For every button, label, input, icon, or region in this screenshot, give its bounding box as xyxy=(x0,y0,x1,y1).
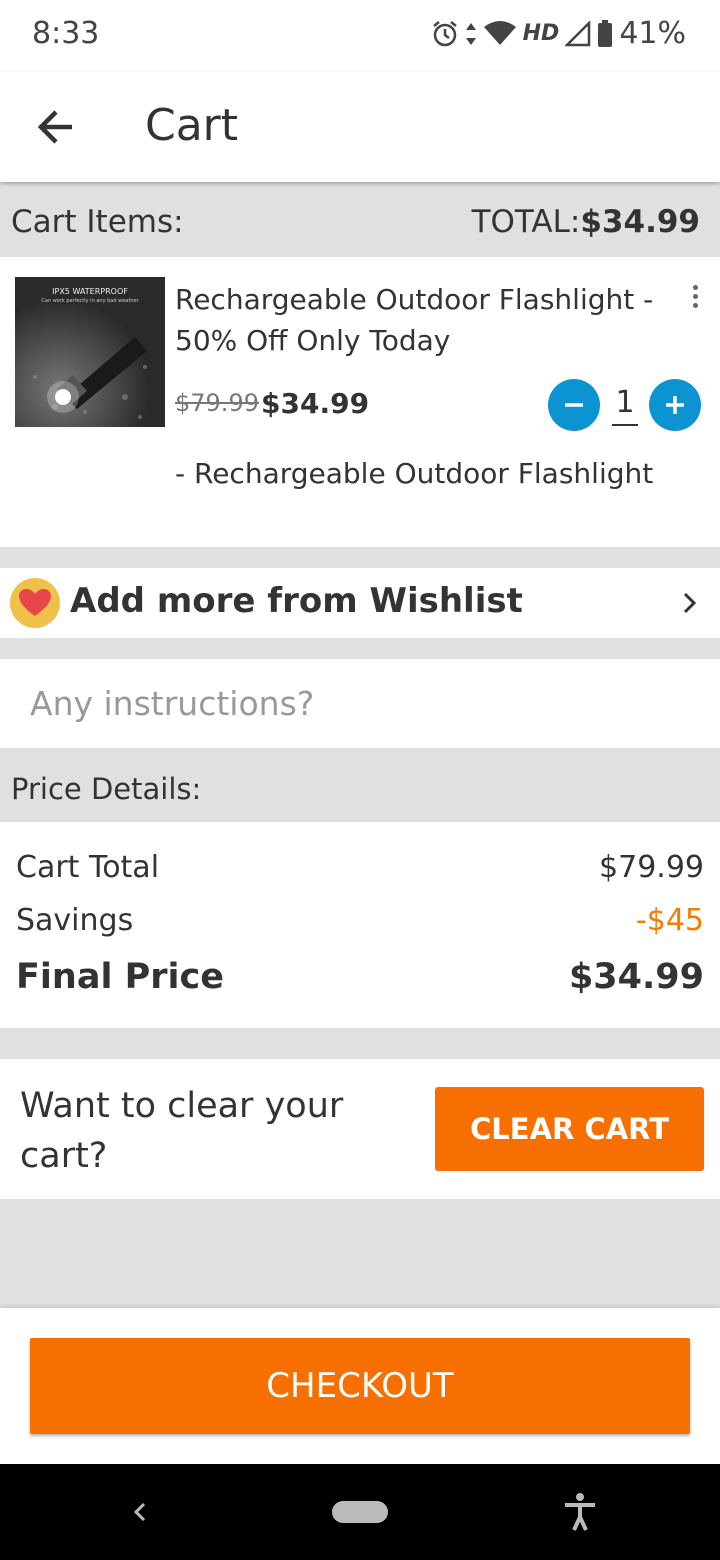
alarm-icon xyxy=(432,20,457,46)
network-type: HD xyxy=(522,21,560,46)
savings-label: Savings xyxy=(16,903,134,938)
image-subcaption: Can work perfectly in any bad weather xyxy=(41,298,139,304)
status-bar: 8:33 HD 41% xyxy=(0,0,720,72)
battery-icon xyxy=(598,19,613,47)
cart-items-header: Cart Items: TOTAL:$34.99 xyxy=(0,196,720,252)
product-name[interactable]: Rechargeable Outdoor Flashlight - 50% Of… xyxy=(175,279,665,361)
cart-item-card: IPX5 WATERPROOF Can work perfectly in an… xyxy=(0,257,720,547)
app-bar: Cart xyxy=(0,72,720,182)
page-title: Cart xyxy=(145,100,239,151)
savings-value: -$45 xyxy=(635,903,704,938)
arrow-back-icon xyxy=(37,110,72,144)
savings-row: Savings -$45 xyxy=(16,903,704,938)
final-price-row: Final Price $34.99 xyxy=(16,957,704,997)
price-details-card: Cart Total $79.99 Savings -$45 Final Pri… xyxy=(0,822,720,1028)
clear-cart-prompt: Want to clear your cart? xyxy=(20,1086,344,1176)
image-caption: IPX5 WATERPROOF xyxy=(52,287,128,296)
heart-icon xyxy=(10,578,60,628)
data-arrows-icon xyxy=(465,22,476,45)
final-price-value: $34.99 xyxy=(568,957,704,997)
price-details-heading: Price Details: xyxy=(11,772,202,806)
system-nav-bar xyxy=(0,1464,720,1560)
more-vert-icon xyxy=(688,285,702,308)
accessibility-icon[interactable] xyxy=(562,1492,598,1532)
cart-total-label: Cart Total xyxy=(16,850,160,885)
plus-icon xyxy=(666,396,684,414)
wifi-icon xyxy=(483,20,516,45)
wishlist-label: Add more from Wishlist xyxy=(70,581,523,621)
signal-icon xyxy=(565,20,591,46)
increase-quantity-button[interactable] xyxy=(649,379,701,431)
cart-total-value: $79.99 xyxy=(599,850,704,885)
cart-total-summary: TOTAL:$34.99 xyxy=(472,204,700,240)
total-label: TOTAL: xyxy=(471,204,581,240)
nav-back-icon[interactable] xyxy=(128,1496,152,1528)
checkout-bar: CHECKOUT xyxy=(0,1308,720,1464)
nav-home-pill[interactable] xyxy=(332,1501,388,1523)
product-image[interactable]: IPX5 WATERPROOF Can work perfectly in an… xyxy=(15,277,165,427)
checkout-button[interactable]: CHECKOUT xyxy=(30,1338,690,1434)
clear-cart-button[interactable]: CLEAR CART xyxy=(435,1087,704,1171)
battery-level: 41% xyxy=(619,16,686,51)
total-value: $34.99 xyxy=(580,204,700,240)
product-variant: - Rechargeable Outdoor Flashlight xyxy=(175,457,654,490)
instructions-container xyxy=(0,659,720,748)
add-from-wishlist-row[interactable]: Add more from Wishlist xyxy=(0,568,720,638)
minus-icon xyxy=(565,403,583,407)
clear-cart-card: Want to clear your cart? CLEAR CART xyxy=(0,1059,720,1199)
decrease-quantity-button[interactable] xyxy=(548,379,600,431)
quantity-value: 1 xyxy=(612,385,638,426)
chevron-right-icon xyxy=(683,592,697,614)
cart-total-row: Cart Total $79.99 xyxy=(16,850,704,885)
sale-price: $34.99 xyxy=(261,387,370,420)
final-price-label: Final Price xyxy=(16,957,225,997)
status-time: 8:33 xyxy=(32,16,100,51)
item-more-menu[interactable] xyxy=(688,285,702,315)
back-button[interactable] xyxy=(30,100,84,154)
cart-items-label: Cart Items: xyxy=(11,204,184,240)
original-price: $79.99 xyxy=(175,389,259,417)
status-icons: HD 41% xyxy=(431,16,686,51)
instructions-input[interactable] xyxy=(0,659,720,748)
